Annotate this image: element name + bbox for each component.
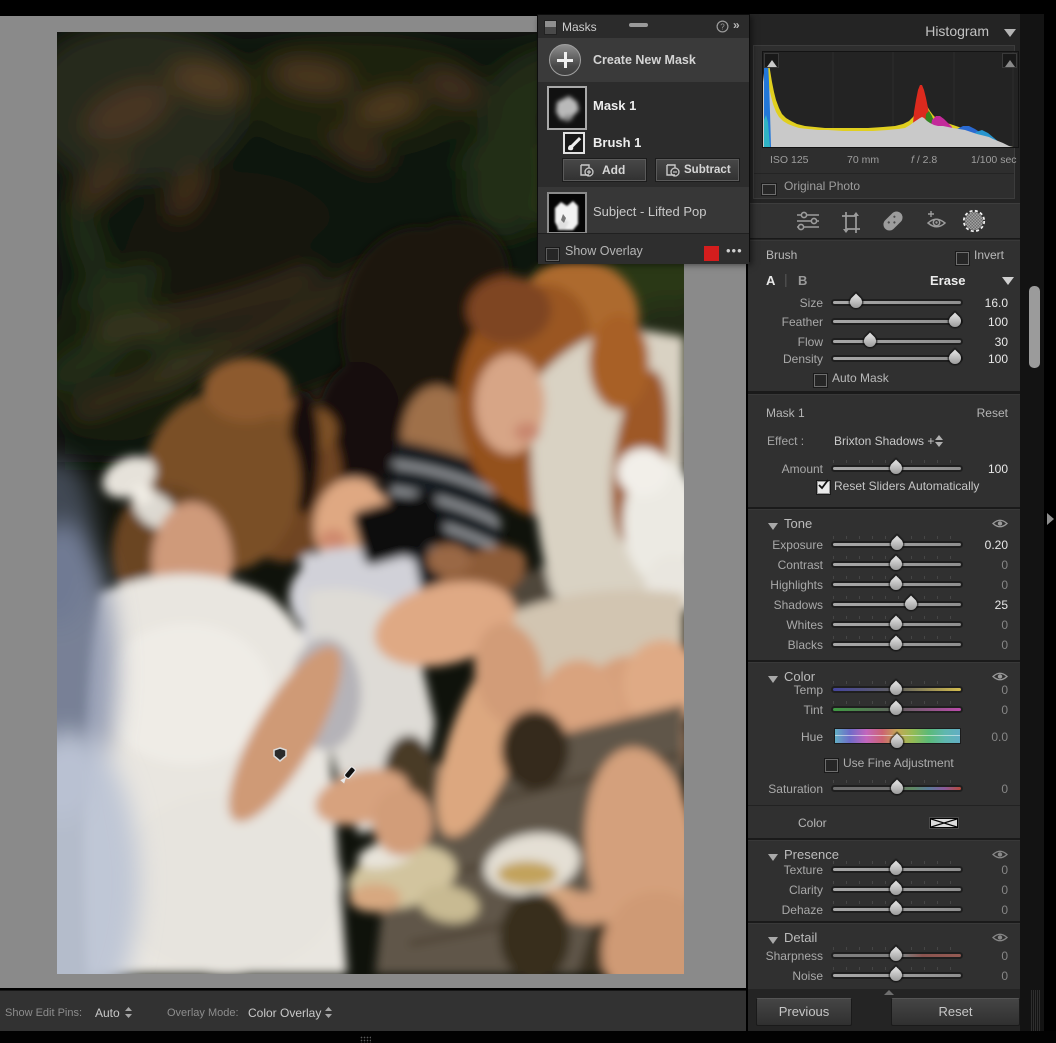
svg-text:?: ? bbox=[720, 22, 725, 31]
